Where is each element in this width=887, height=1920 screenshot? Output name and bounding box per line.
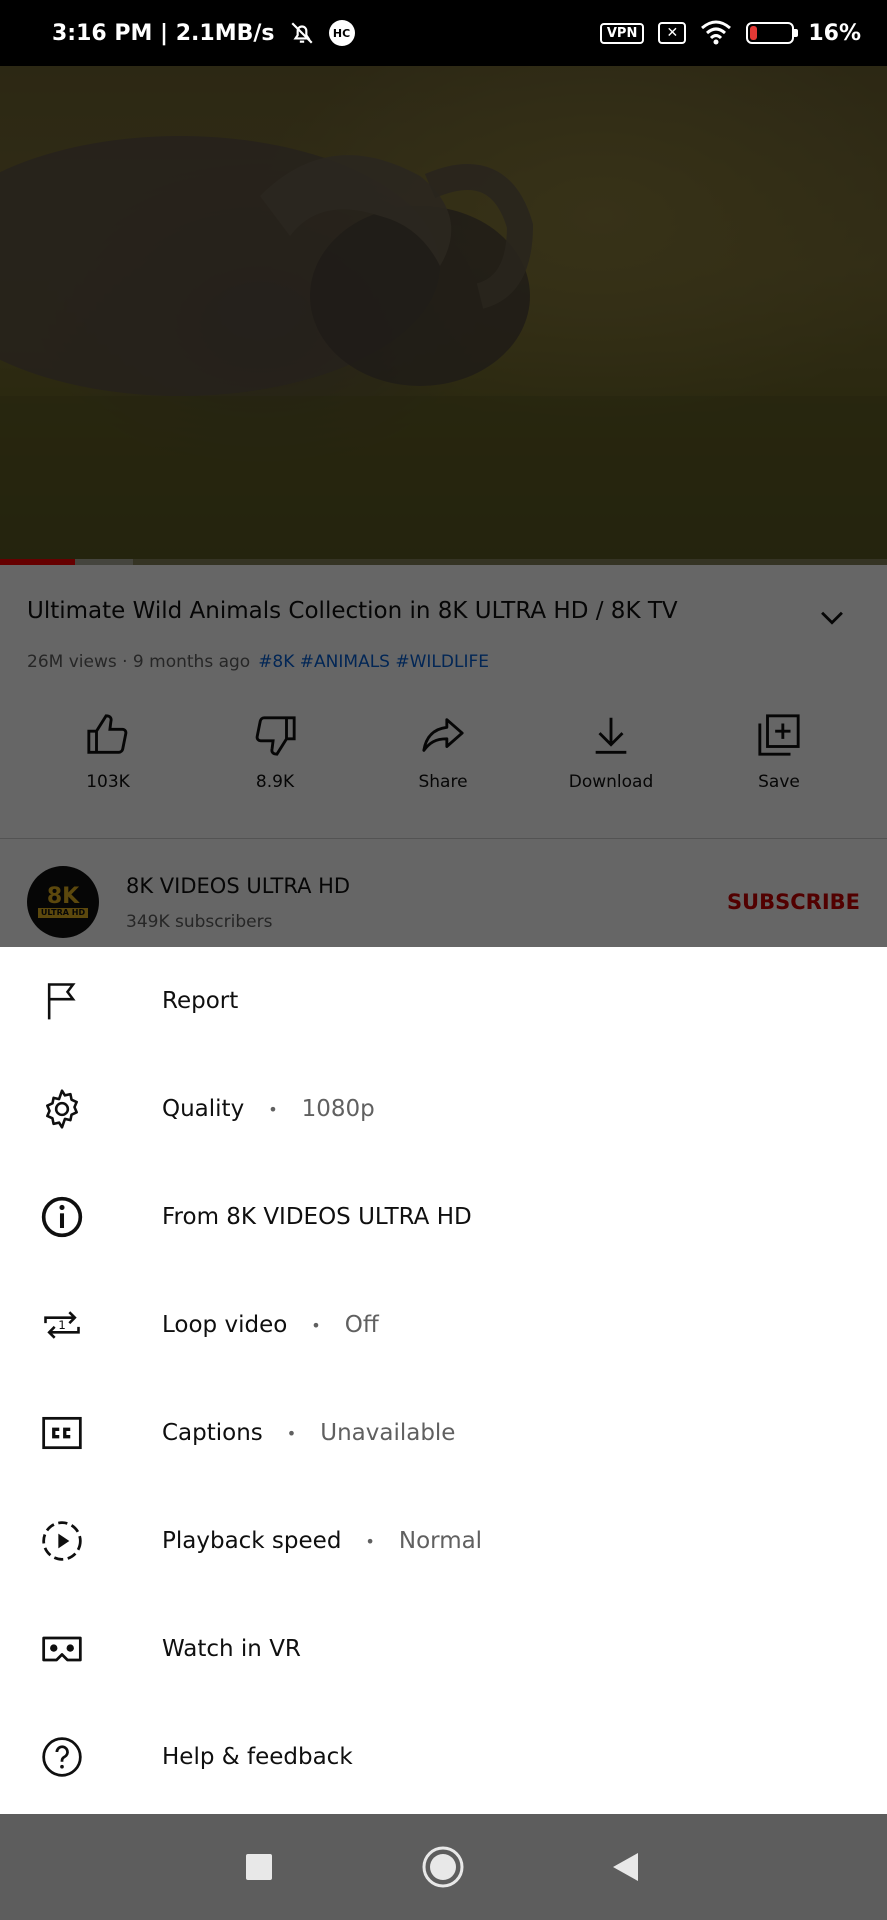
- save-label: Save: [758, 772, 800, 792]
- like-count: 103K: [86, 772, 130, 792]
- status-right: VPN ✕ 16%: [599, 20, 861, 46]
- menu-text-quality: Quality • 1080p: [162, 1096, 375, 1122]
- loop-one-icon: 1: [44, 1311, 80, 1339]
- channel-name[interactable]: 8K VIDEOS ULTRA HD: [126, 874, 350, 898]
- avatar-text: 8K: [46, 884, 80, 909]
- bell-off-icon: [290, 22, 313, 44]
- home-icon[interactable]: [420, 1839, 466, 1895]
- separator-dot: •: [365, 1531, 375, 1551]
- playback-speed-icon: [42, 1521, 82, 1561]
- menu-label-help: Help & feedback: [162, 1744, 353, 1770]
- menu-label-vr: Watch in VR: [162, 1636, 301, 1662]
- subscriber-count: 349K subscribers: [126, 912, 273, 932]
- action-bar: 103K 8.9K Share Download Save: [0, 712, 887, 812]
- save-button[interactable]: Save: [709, 712, 849, 792]
- hc-badge: HC: [328, 20, 355, 46]
- options-bottom-sheet: Report Quality • 1080p From 8K VIDEOS UL…: [0, 947, 887, 1814]
- menu-text-speed: Playback speed • Normal: [162, 1528, 482, 1554]
- recents-icon[interactable]: [244, 1839, 274, 1895]
- menu-value-loop: Off: [344, 1312, 379, 1338]
- vr-headset-icon: [42, 1636, 82, 1662]
- help-icon: [42, 1737, 82, 1777]
- menu-item-vr[interactable]: Watch in VR: [0, 1595, 887, 1703]
- menu-label-captions: Captions: [162, 1420, 263, 1446]
- menu-value-captions: Unavailable: [320, 1420, 456, 1446]
- wifi-icon: [701, 20, 732, 45]
- back-icon[interactable]: [610, 1839, 640, 1895]
- dislike-count: 8.9K: [255, 772, 295, 792]
- status-left: 3:16 PM | 2.1MB/s HC: [52, 20, 355, 46]
- menu-item-loop[interactable]: 1 Loop video • Off: [0, 1271, 887, 1379]
- captions-icon: [42, 1416, 82, 1450]
- vpn-icon: VPN: [599, 22, 645, 44]
- share-label: Share: [418, 772, 468, 792]
- gear-icon: [46, 1089, 78, 1129]
- menu-item-quality[interactable]: Quality • 1080p: [0, 1055, 887, 1163]
- menu-item-report[interactable]: Report: [0, 947, 887, 1055]
- video-frame-ram: [0, 136, 887, 565]
- close-box-icon: ✕: [658, 22, 687, 44]
- divider: [0, 838, 887, 839]
- menu-text-captions: Captions • Unavailable: [162, 1420, 455, 1446]
- separator-dot: •: [311, 1315, 321, 1335]
- download-icon: [595, 717, 627, 754]
- menu-value-quality: 1080p: [301, 1096, 375, 1122]
- playlist-add-icon: [758, 714, 800, 756]
- menu-label-loop: Loop video: [162, 1312, 288, 1338]
- thumb-down-icon: [255, 716, 296, 756]
- battery-icon: [746, 22, 799, 44]
- system-nav-bar: [0, 1814, 887, 1920]
- menu-label-report: Report: [162, 988, 239, 1014]
- share-button[interactable]: Share: [373, 712, 513, 792]
- battery-fill: [750, 26, 757, 40]
- video-player[interactable]: [0, 66, 887, 565]
- menu-label-from-channel: From 8K VIDEOS ULTRA HD: [162, 1204, 472, 1230]
- status-time-speed: 3:16 PM | 2.1MB/s: [52, 20, 275, 46]
- separator-dot: •: [268, 1099, 278, 1119]
- video-title[interactable]: Ultimate Wild Animals Collection in 8K U…: [27, 598, 787, 624]
- menu-item-from-channel[interactable]: From 8K VIDEOS ULTRA HD: [0, 1163, 887, 1271]
- menu-label-speed: Playback speed: [162, 1528, 342, 1554]
- status-bar: 3:16 PM | 2.1MB/s HC VPN ✕ 16%: [0, 0, 887, 66]
- subscribe-button[interactable]: SUBSCRIBE: [727, 890, 860, 914]
- dislike-button[interactable]: 8.9K: [205, 712, 345, 792]
- menu-item-help[interactable]: Help & feedback: [0, 1703, 887, 1811]
- views-age: 26M views · 9 months ago: [27, 652, 251, 672]
- download-label: Download: [568, 772, 654, 792]
- menu-item-playback-speed[interactable]: Playback speed • Normal: [0, 1487, 887, 1595]
- video-meta: 26M views · 9 months ago #8K #ANIMALS #W…: [27, 652, 489, 672]
- channel-row: 8K ULTRA HD 8K VIDEOS ULTRA HD 349K subs…: [0, 840, 887, 947]
- share-icon: [422, 718, 464, 752]
- battery-percent: 16%: [808, 20, 861, 46]
- thumb-up-icon: [87, 714, 128, 754]
- avatar-subtext: ULTRA HD: [37, 908, 89, 918]
- flag-icon: [47, 983, 76, 1020]
- menu-item-captions[interactable]: Captions • Unavailable: [0, 1379, 887, 1487]
- menu-text-loop: Loop video • Off: [162, 1312, 379, 1338]
- menu-value-speed: Normal: [398, 1528, 483, 1554]
- menu-label-quality: Quality: [162, 1096, 245, 1122]
- separator-dot: •: [286, 1423, 297, 1443]
- svg-text:1: 1: [58, 1318, 66, 1332]
- like-button[interactable]: 103K: [38, 712, 178, 792]
- chevron-down-icon[interactable]: [815, 600, 849, 634]
- info-icon: [41, 1196, 83, 1238]
- channel-avatar[interactable]: 8K ULTRA HD: [27, 866, 99, 938]
- hashtags[interactable]: #8K #ANIMALS #WILDLIFE: [258, 652, 489, 672]
- download-button[interactable]: Download: [541, 712, 681, 792]
